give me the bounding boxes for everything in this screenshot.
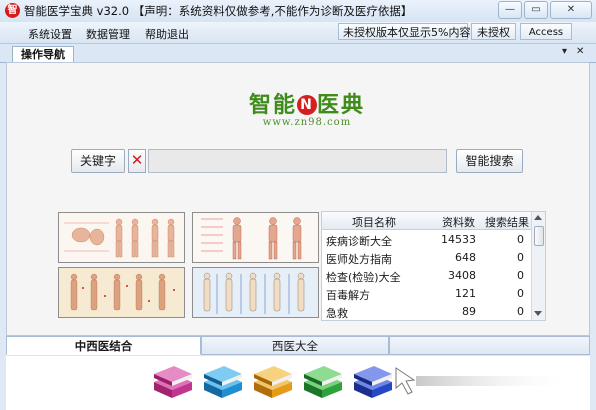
cursor-watermark-icon bbox=[395, 367, 576, 395]
keyword-button[interactable]: 关键字 bbox=[71, 149, 125, 173]
menu-system-settings[interactable]: 系统设置 bbox=[28, 26, 72, 42]
book-icon[interactable] bbox=[152, 364, 194, 400]
table-header: 项目名称 资料数 搜索结果 bbox=[322, 212, 532, 230]
maximize-button[interactable]: ▭ bbox=[524, 1, 548, 19]
access-button[interactable]: Access bbox=[520, 23, 572, 40]
row-results: 0 bbox=[517, 287, 524, 300]
table-row[interactable]: 百毒解方 121 0 bbox=[322, 284, 532, 302]
anatomy-thumbnail-1[interactable] bbox=[58, 212, 185, 263]
clear-icon[interactable]: ✕ bbox=[128, 149, 146, 173]
row-count: 3408 bbox=[448, 269, 476, 282]
search-input[interactable] bbox=[148, 149, 447, 173]
app-logo-icon: 智 bbox=[5, 3, 20, 18]
row-name: 百毒解方 bbox=[326, 289, 370, 302]
book-icon[interactable] bbox=[302, 364, 344, 400]
book-icon[interactable] bbox=[352, 364, 394, 400]
tab-western-medicine[interactable]: 西医大全 bbox=[201, 336, 389, 355]
table-row[interactable]: 急救 89 0 bbox=[322, 302, 532, 320]
smart-search-button[interactable]: 智能搜索 bbox=[456, 149, 523, 173]
window-controls: — ▭ ✕ bbox=[498, 1, 592, 19]
row-count: 14533 bbox=[441, 233, 476, 246]
authorize-button[interactable]: 未授权 bbox=[471, 23, 516, 40]
row-name: 医师处方指南 bbox=[326, 253, 392, 266]
scroll-down-arrow-icon[interactable] bbox=[534, 311, 542, 316]
window-title: 智能医学宝典 v32.0 【声明：系统资料仅做参考,不能作为诊断及医疗依据】 bbox=[24, 4, 413, 18]
row-count: 648 bbox=[455, 251, 476, 264]
skeleton-chart-image bbox=[193, 268, 318, 317]
row-results: 0 bbox=[517, 305, 524, 318]
column-header-name[interactable]: 项目名称 bbox=[352, 214, 396, 230]
table-row[interactable]: 检查(检验)大全 3408 0 bbox=[322, 266, 532, 284]
logo-badge-icon: N bbox=[297, 95, 317, 115]
anatomy-thumbnail-2[interactable] bbox=[192, 212, 319, 263]
row-name: 急救 bbox=[326, 307, 348, 320]
bottom-tab-bar: 中西医结合 西医大全 bbox=[6, 336, 590, 356]
tab-third[interactable] bbox=[389, 336, 590, 355]
column-header-count[interactable]: 资料数 bbox=[442, 214, 475, 230]
logo-wordmark: 智能 N 医典 bbox=[237, 87, 377, 119]
unauthorized-notice-button[interactable]: 未授权版本仅显示5%内容 bbox=[338, 23, 470, 40]
table-row[interactable]: 医师处方指南 648 0 bbox=[322, 248, 532, 266]
body-meridian-image bbox=[193, 213, 318, 262]
column-header-results[interactable]: 搜索结果 bbox=[485, 214, 529, 230]
main-panel: 智能 N 医典 www.zn98.com 关键字 ✕ 智能搜索 项目名称 资料数… bbox=[6, 62, 590, 336]
logo-text-right: 医典 bbox=[317, 92, 366, 118]
close-icon[interactable]: ✕ bbox=[576, 46, 584, 57]
row-count: 121 bbox=[455, 287, 476, 300]
row-name: 疾病诊断大全 bbox=[326, 235, 392, 248]
anatomy-thumbnail-3[interactable] bbox=[58, 267, 185, 318]
table-row[interactable]: 疾病诊断大全 14533 0 bbox=[322, 230, 532, 248]
anatomy-thumbnail-4[interactable] bbox=[192, 267, 319, 318]
tab-operation-nav[interactable]: 操作导航 bbox=[12, 46, 74, 63]
chevron-down-icon[interactable]: ▾ bbox=[562, 46, 567, 57]
menu-bar: 系统设置 数据管理 帮助退出 未授权版本仅显示5%内容 未授权 Access bbox=[0, 22, 596, 44]
menu-help-exit[interactable]: 帮助退出 bbox=[145, 26, 189, 42]
category-table: 项目名称 资料数 搜索结果 疾病诊断大全 14533 0 医师处方指南 648 … bbox=[321, 211, 546, 321]
minimize-button[interactable]: — bbox=[498, 1, 522, 19]
nav-tab-bar: 操作导航 ▾ ✕ bbox=[0, 44, 596, 63]
row-name: 检查(检验)大全 bbox=[326, 271, 401, 284]
logo-text-left: 智能 bbox=[248, 92, 297, 118]
row-results: 0 bbox=[517, 269, 524, 282]
menu-data-management[interactable]: 数据管理 bbox=[86, 26, 130, 42]
row-count: 89 bbox=[462, 305, 476, 318]
close-button[interactable]: ✕ bbox=[550, 1, 592, 19]
book-icon[interactable] bbox=[252, 364, 294, 400]
acupoint-chart-image bbox=[59, 268, 184, 317]
row-results: 0 bbox=[517, 233, 524, 246]
tab-integrated-medicine[interactable]: 中西医结合 bbox=[6, 336, 201, 355]
row-results: 0 bbox=[517, 251, 524, 264]
app-window: 智 智能医学宝典 v32.0 【声明：系统资料仅做参考,不能作为诊断及医疗依据】… bbox=[0, 0, 596, 410]
scrollbar-thumb[interactable] bbox=[534, 226, 544, 246]
scroll-up-arrow-icon[interactable] bbox=[534, 215, 542, 220]
table-scrollbar[interactable] bbox=[531, 212, 545, 320]
body-figures-image bbox=[59, 213, 184, 262]
brand-logo: 智能 N 医典 www.zn98.com bbox=[237, 87, 377, 128]
title-bar: 智 智能医学宝典 v32.0 【声明：系统资料仅做参考,不能作为诊断及医疗依据】… bbox=[0, 0, 596, 23]
book-icon[interactable] bbox=[202, 364, 244, 400]
